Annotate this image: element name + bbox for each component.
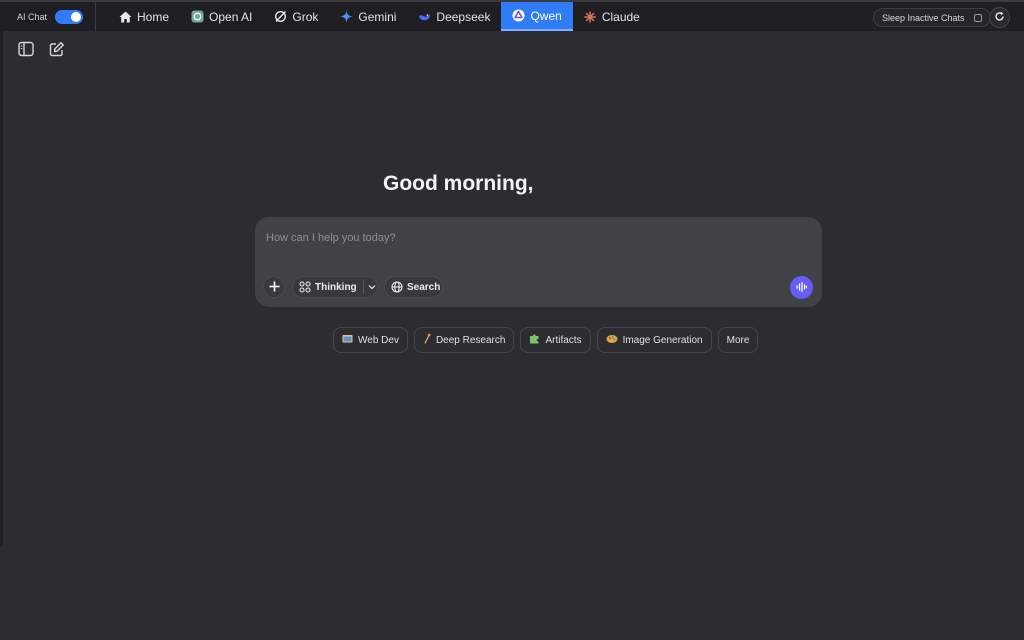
sidebar-icon [18, 41, 34, 62]
artifacts-icon [529, 333, 540, 347]
tab-label: Deepseek [436, 9, 491, 24]
tab-gemini[interactable]: Gemini [329, 2, 407, 31]
tab-strip: Home Open AI Grok Gemini Deepseek Qwen C… [108, 2, 651, 31]
suggestion-chips: Web Dev Deep Research Artifacts Image Ge… [333, 327, 764, 353]
ai-chat-label: AI Chat [17, 11, 48, 22]
grok-icon [274, 10, 287, 23]
audio-wave-icon [796, 279, 808, 297]
tab-label: Gemini [358, 9, 397, 24]
image-generation-icon [606, 334, 618, 347]
edit-icon [49, 41, 65, 62]
chip-label: Artifacts [545, 334, 582, 346]
tab-label: Home [137, 9, 170, 24]
sidebar-toggle-button[interactable] [17, 41, 35, 62]
sleep-label: Sleep Inactive Chats [882, 12, 965, 23]
ai-chat-toggle[interactable] [55, 9, 84, 24]
chip-label: More [726, 334, 750, 346]
tab-label: Qwen [530, 8, 562, 23]
home-icon [119, 10, 132, 23]
tab-openai[interactable]: Open AI [180, 2, 263, 31]
attach-button[interactable] [263, 276, 285, 298]
thinking-button[interactable]: Thinking [292, 276, 378, 298]
chip-label: Image Generation [622, 334, 703, 346]
chip-deep-research[interactable]: Deep Research [413, 327, 515, 353]
search-button[interactable]: Search [384, 276, 443, 298]
sleep-checkbox[interactable] [973, 13, 982, 22]
chat-composer: Thinking Search [255, 217, 822, 307]
refresh-icon [994, 9, 1005, 27]
chip-label: Deep Research [435, 334, 506, 346]
chip-image-generation[interactable]: Image Generation [596, 327, 712, 353]
openai-icon [191, 10, 204, 23]
sleep-inactive-chats[interactable]: Sleep Inactive Chats [873, 8, 991, 27]
deepseek-icon [418, 10, 431, 23]
new-chat-button[interactable] [48, 41, 66, 62]
refresh-button[interactable] [989, 7, 1010, 28]
tab-qwen[interactable]: Qwen [501, 2, 573, 31]
tab-grok[interactable]: Grok [263, 2, 329, 31]
ai-chat-toggle-group: AI Chat [0, 2, 96, 31]
tab-label: Claude [601, 9, 640, 24]
plus-icon [269, 279, 280, 296]
divider [362, 280, 364, 294]
voice-input-button[interactable] [790, 276, 813, 299]
tab-claude[interactable]: Claude [573, 2, 651, 31]
qwen-icon [512, 9, 525, 22]
tab-home[interactable]: Home [108, 2, 180, 31]
chevron-down-icon[interactable] [368, 284, 376, 290]
chip-more[interactable]: More [717, 327, 759, 353]
web-dev-icon [342, 334, 353, 347]
deep-research-icon [423, 333, 431, 347]
tab-label: Grok [292, 9, 319, 24]
thinking-icon [299, 281, 311, 293]
chip-web-dev[interactable]: Web Dev [333, 327, 408, 353]
toggle-knob [71, 11, 82, 22]
chip-label: Web Dev [358, 334, 399, 346]
greeting-title: Good morning, [383, 172, 534, 195]
left-edge [0, 31, 3, 546]
tab-deepseek[interactable]: Deepseek [407, 2, 501, 31]
chip-artifacts[interactable]: Artifacts [520, 327, 591, 353]
globe-icon [391, 281, 403, 293]
search-label: Search [407, 281, 441, 293]
thinking-label: Thinking [315, 281, 357, 293]
gemini-icon [340, 10, 354, 23]
tab-label: Open AI [209, 9, 253, 24]
top-nav-bar: AI Chat Home Open AI Grok Gemini Deepsee… [0, 0, 1024, 31]
chat-input[interactable] [266, 229, 806, 247]
claude-icon [584, 10, 597, 23]
